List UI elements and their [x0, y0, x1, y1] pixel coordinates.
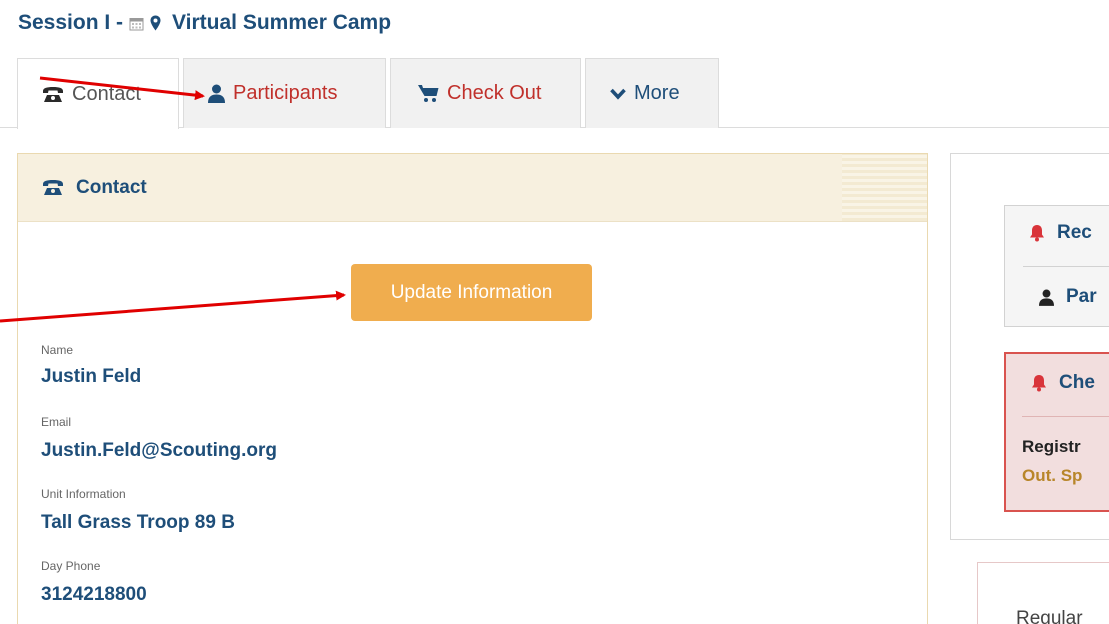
unit-information-value: Tall Grass Troop 89 B [41, 512, 235, 533]
email-label: Email [41, 415, 72, 429]
contact-panel: Contact [17, 153, 928, 624]
phone-icon [42, 179, 64, 196]
header-stripe-decoration [842, 154, 927, 221]
checkout-warning-heading-text: Che [1059, 372, 1095, 393]
tab-label-participants: Participants [233, 82, 338, 104]
chevron-down-icon [610, 88, 626, 100]
user-icon [1039, 289, 1054, 306]
participants-item-text: Par [1066, 286, 1097, 307]
warning-text-line-2: Out. Sp [1022, 466, 1083, 485]
checkout-warning-heading: Che [1031, 372, 1095, 394]
requirements-heading-text: Rec [1057, 222, 1092, 243]
bell-icon [1029, 224, 1045, 242]
calendar-icon[interactable] [129, 16, 144, 31]
name-label: Name [41, 343, 74, 357]
tab-label-contact: Contact [72, 82, 141, 105]
regular-fee-label: Regular [1016, 608, 1083, 624]
day-phone-value: 3124218800 [41, 584, 147, 605]
unit-information-label: Unit Information [41, 487, 126, 501]
cart-icon [418, 84, 439, 103]
update-information-button[interactable]: Update Information [351, 264, 592, 321]
bell-icon [1031, 374, 1047, 392]
warning-text-line-1: Registr [1022, 437, 1081, 456]
requirements-divider [1023, 266, 1109, 267]
title-main: Virtual Summer Camp [172, 11, 392, 34]
tab-contact[interactable]: Contact [17, 58, 179, 129]
map-marker-icon[interactable] [150, 15, 161, 31]
phone-icon [42, 86, 64, 103]
participants-item[interactable]: Par [1039, 286, 1097, 308]
title-prefix: Session I - [18, 11, 124, 34]
email-value: Justin.Feld@Scouting.org [41, 440, 277, 461]
page-title: Session I - Virtual Summer Camp [18, 9, 391, 37]
warning-divider [1022, 416, 1109, 417]
requirements-heading: Rec [1029, 222, 1092, 244]
name-value: Justin Feld [41, 366, 142, 387]
day-phone-label: Day Phone [41, 559, 101, 573]
user-icon [208, 84, 225, 103]
contact-panel-header: Contact [18, 154, 927, 222]
tab-check-out[interactable]: Check Out [390, 58, 581, 128]
tab-label-more: More [634, 82, 680, 104]
tab-more[interactable]: More [585, 58, 719, 128]
tab-participants[interactable]: Participants [183, 58, 386, 128]
contact-panel-title: Contact [76, 176, 147, 198]
tab-label-check-out: Check Out [447, 82, 542, 104]
